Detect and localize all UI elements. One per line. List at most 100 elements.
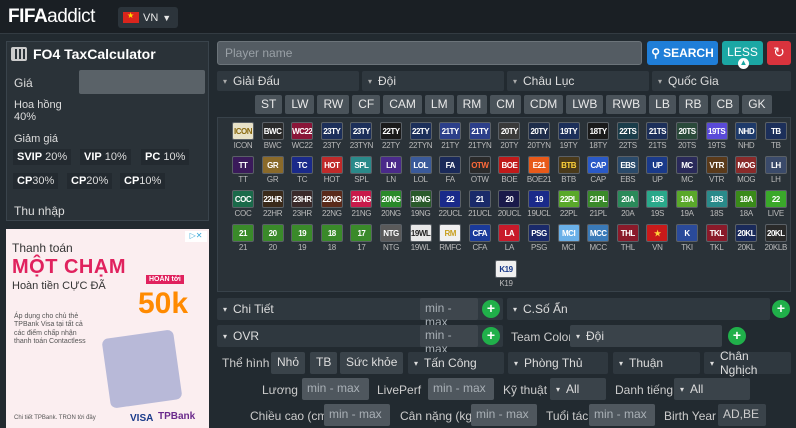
position-chip-cdm[interactable]: CDM: [523, 95, 564, 114]
pc-chip[interactable]: PC 10%: [141, 149, 190, 165]
player-name-input[interactable]: Player name: [217, 41, 642, 65]
card-type-otw[interactable]: OTW OTW: [468, 156, 492, 184]
card-type-20klb[interactable]: 20KL 20KLB: [764, 224, 788, 252]
card-type-18[interactable]: 18 18: [320, 224, 344, 252]
add-details-button[interactable]: +: [482, 300, 500, 318]
card-type-thl[interactable]: THL THL: [616, 224, 640, 252]
card-type-ln[interactable]: LN LN: [379, 156, 403, 184]
body-type-average[interactable]: TB: [310, 352, 338, 374]
card-type-btb[interactable]: BTB BTB: [557, 156, 581, 184]
card-type-22ty[interactable]: 22TY 22TY: [379, 122, 403, 150]
cp30-chip[interactable]: CP30%: [13, 173, 59, 189]
card-type-vn[interactable]: ★ VN: [645, 224, 669, 252]
cp20-chip[interactable]: CP20%: [67, 173, 113, 189]
card-type-mc[interactable]: MC MC: [675, 156, 699, 184]
card-type-ntg[interactable]: NTG NTG: [379, 224, 403, 252]
card-type-21ng[interactable]: 21NG 21NG: [349, 190, 373, 218]
card-type-21ty[interactable]: 21TY 21TY: [438, 122, 462, 150]
position-chip-cam[interactable]: CAM: [383, 95, 422, 114]
card-type-icon[interactable]: ICON ICON: [231, 122, 255, 150]
position-chip-lwb[interactable]: LWB: [566, 95, 604, 114]
card-type-k19[interactable]: K19 K19: [494, 260, 518, 288]
card-type-la[interactable]: LA LA: [497, 224, 521, 252]
card-type-23ty[interactable]: 23TY 23TY: [320, 122, 344, 150]
weak-foot-dropdown[interactable]: ▾ Chân Nghịch: [704, 349, 791, 377]
position-chip-cf[interactable]: CF: [352, 95, 381, 114]
position-chip-cb[interactable]: CB: [710, 95, 740, 114]
card-type-20[interactable]: 20 20: [261, 224, 285, 252]
card-type-tki[interactable]: K TKI: [675, 224, 699, 252]
card-type-20ty[interactable]: 20TY 20TY: [497, 122, 521, 150]
card-type-tt[interactable]: TT TT: [231, 156, 255, 184]
card-type-hot[interactable]: HOT HOT: [320, 156, 344, 184]
reset-button[interactable]: ↻: [767, 41, 791, 65]
preferred-foot-dropdown[interactable]: ▾ Thuận: [613, 352, 700, 374]
card-type-tb[interactable]: TB TB: [764, 122, 788, 150]
card-type-23tyn[interactable]: 23TY 23TYN: [349, 122, 373, 150]
details-range-input[interactable]: min -max: [420, 298, 478, 329]
price-input[interactable]: [79, 70, 205, 94]
card-type-cap[interactable]: CAP CAP: [586, 156, 610, 184]
cp10-chip[interactable]: CP10%: [120, 173, 166, 189]
card-type-gr[interactable]: GR GR: [261, 156, 285, 184]
position-chip-st[interactable]: ST: [255, 95, 283, 114]
card-type-20tyn[interactable]: 20TY 20TYN: [527, 122, 551, 150]
card-type-19[interactable]: 19 19: [290, 224, 314, 252]
card-type-19wl[interactable]: 19WL 19WL: [409, 224, 433, 252]
card-type-22pl[interactable]: 22PL 22PL: [557, 190, 581, 218]
card-type-coc[interactable]: COC COC: [231, 190, 255, 218]
card-type-fa[interactable]: FA FA: [438, 156, 462, 184]
position-chip-lb[interactable]: LB: [649, 95, 676, 114]
card-type-22hr[interactable]: 22HR 22HR: [261, 190, 285, 218]
svip-chip[interactable]: SVIP 20%: [13, 149, 72, 165]
card-type-mcc[interactable]: MCC MCC: [586, 224, 610, 252]
card-type-23hr[interactable]: 23HR 23HR: [290, 190, 314, 218]
body-type-small[interactable]: Nhỏ: [271, 352, 306, 374]
card-type-21ts[interactable]: 21TS 21TS: [645, 122, 669, 150]
card-type-mog[interactable]: MOG MOG: [734, 156, 758, 184]
card-type-19a[interactable]: 19A 19A: [675, 190, 699, 218]
card-type-wc22[interactable]: WC22 WC22: [290, 122, 314, 150]
card-type-21tyn[interactable]: 21TY 21TYN: [468, 122, 492, 150]
card-type-boe21[interactable]: E21 BOE21: [527, 156, 551, 184]
body-type-strong[interactable]: Sức khỏe: [340, 352, 404, 374]
vip-chip[interactable]: VIP 10%: [80, 149, 131, 165]
card-type-nhd[interactable]: NHD NHD: [734, 122, 758, 150]
add-hidden-stats-button[interactable]: +: [772, 300, 790, 318]
card-type-19ucl[interactable]: 19 19UCL: [527, 190, 551, 218]
card-type-18a[interactable]: 18A 18A: [734, 190, 758, 218]
card-type-lh[interactable]: LH LH: [764, 156, 788, 184]
team-dropdown[interactable]: ▾ Đội: [362, 71, 504, 91]
card-type-20ng[interactable]: 20NG 20NG: [379, 190, 403, 218]
card-type-vtr[interactable]: VTR VTR: [705, 156, 729, 184]
language-selector[interactable]: VN ▼: [118, 7, 178, 28]
position-chip-lm[interactable]: LM: [424, 95, 454, 114]
reputation-dropdown[interactable]: ▾ All: [674, 378, 750, 400]
position-chip-rw[interactable]: RW: [317, 95, 350, 114]
position-chip-lw[interactable]: LW: [285, 95, 315, 114]
card-type-22ts[interactable]: 22TS 22TS: [616, 122, 640, 150]
card-type-tkl[interactable]: TKL TKL: [705, 224, 729, 252]
height-range-input[interactable]: min - max: [324, 404, 390, 426]
card-type-psg[interactable]: PSG PSG: [527, 224, 551, 252]
card-type-rmfc[interactable]: RM RMFC: [438, 224, 462, 252]
advertisement[interactable]: ▷✕ Thanh toán MỘT CHẠM Hoàn tiền CỰC ĐÃ …: [6, 229, 209, 428]
league-dropdown[interactable]: ▾ Giải Đấu: [217, 71, 359, 91]
ovr-range-input[interactable]: min -max: [420, 325, 478, 356]
card-type-ebs[interactable]: EBS EBS: [616, 156, 640, 184]
search-button[interactable]: ⚲ SEARCH: [647, 41, 718, 65]
card-type-22ng[interactable]: 22NG 22NG: [320, 190, 344, 218]
attack-dropdown[interactable]: ▾ Tấn Công: [408, 352, 504, 374]
skill-dropdown[interactable]: ▾ All: [550, 378, 606, 400]
card-type-bwc[interactable]: BWC BWC: [261, 122, 285, 150]
position-chip-rb[interactable]: RB: [678, 95, 708, 114]
card-type-21[interactable]: 21 21: [231, 224, 255, 252]
card-type-mci[interactable]: MCI MCI: [557, 224, 581, 252]
position-chip-rwb[interactable]: RWB: [606, 95, 647, 114]
hidden-stats-dropdown[interactable]: ▾ C.Số Ẩn: [507, 298, 770, 320]
salary-range-input[interactable]: min - max: [302, 378, 369, 400]
ad-choices-icon[interactable]: ▷✕: [185, 231, 207, 242]
nation-dropdown[interactable]: ▾ Quốc Gia: [652, 71, 791, 91]
card-type-18ty[interactable]: 18TY 18TY: [586, 122, 610, 150]
position-chip-rm[interactable]: RM: [456, 95, 488, 114]
